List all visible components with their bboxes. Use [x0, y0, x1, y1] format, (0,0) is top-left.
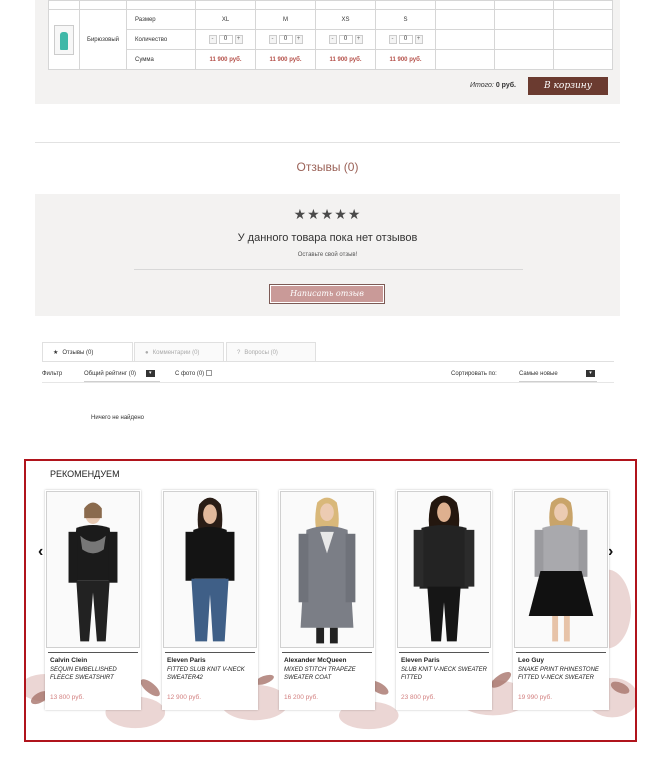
tab-label: Комментарии (0) [152, 350, 200, 356]
quantity-stepper[interactable]: -0 + [388, 35, 423, 44]
product-image[interactable] [514, 491, 608, 648]
rating-filter-label: Общий рейтинг (0) [84, 371, 137, 377]
product-price: 23 800 руб. [401, 694, 436, 701]
quantity-row-label: Количество [126, 29, 196, 50]
sum-value: 11 900 руб. [195, 49, 256, 70]
filter-label: Фильтр [42, 371, 63, 377]
quantity-stepper[interactable]: -0 + [208, 35, 243, 44]
qty-minus-button[interactable]: - [388, 35, 397, 44]
nothing-found-message: Ничего не найдено [91, 415, 145, 421]
variants-table: Бирюзовый Размер XL M XS S Количество -0… [48, 0, 613, 70]
qty-minus-button[interactable]: - [268, 35, 277, 44]
tab-label: Отзывы (0) [62, 350, 94, 356]
product-thumbnail-cell [48, 9, 80, 70]
divider [35, 142, 620, 143]
product-brand: Leo Guy [518, 657, 545, 664]
qty-input[interactable]: 0 [278, 35, 293, 44]
comment-icon: ● [145, 350, 149, 356]
size-value: M [255, 9, 316, 30]
size-row-label: Размер [126, 9, 196, 30]
quantity-stepper[interactable]: -0 + [268, 35, 303, 44]
sort-dropdown[interactable]: Самые новые ▾ [519, 366, 597, 382]
total-label: Итого: [469, 82, 494, 89]
tab-comments[interactable]: ● Комментарии (0) [134, 342, 224, 362]
product-name[interactable]: FITTED SLUB KNIT V-NECK SWEATER42 [167, 666, 255, 682]
quantity-stepper[interactable]: -0 + [328, 35, 363, 44]
product-brand: Calvin Clein [50, 657, 88, 664]
no-reviews-message: У данного товара пока нет отзывов [237, 232, 418, 244]
product-brand: Eleven Paris [401, 657, 440, 664]
tab-reviews[interactable]: ★ Отзывы (0) [42, 342, 133, 362]
product-name[interactable]: SNAKE PRINT RHINESTONE FITTED V-NECK SWE… [518, 666, 606, 682]
checkbox-icon [205, 370, 212, 377]
write-review-label: Написать отзыв [271, 286, 383, 302]
rating-stars-icon: ★★★★★ [293, 206, 362, 222]
reviews-title: Отзывы (0) [296, 160, 359, 174]
photo-filter-label: С фото (0) [175, 371, 205, 377]
product-card[interactable]: Calvin Clein SEQUIN EMBELLISHED FLEECE S… [45, 490, 141, 710]
color-name: Бирюзовый [79, 9, 127, 70]
qty-plus-button[interactable]: + [294, 35, 303, 44]
product-brand: Alexander McQueen [284, 657, 347, 664]
product-card[interactable]: Leo Guy SNAKE PRINT RHINESTONE FITTED V-… [513, 490, 609, 710]
qty-minus-button[interactable]: - [328, 35, 337, 44]
qty-plus-button[interactable]: + [414, 35, 423, 44]
write-review-button[interactable]: Написать отзыв [269, 284, 385, 304]
product-name[interactable]: MIXED STITCH TRAPEZE SWEATER COAT [284, 666, 372, 682]
divider [134, 269, 523, 270]
leave-review-prompt: Оставьте свой отзыв! [297, 252, 358, 258]
product-card[interactable]: Eleven Paris SLUB KNIT V-NECK SWEATER FI… [396, 490, 492, 710]
tab-questions[interactable]: ? Вопросы (0) [226, 342, 316, 362]
sort-label: Сортировать по: [451, 371, 497, 377]
tabs-divider [42, 361, 614, 362]
product-image[interactable] [280, 491, 374, 648]
carousel-prev-arrow-icon[interactable]: ‹ [38, 543, 43, 561]
sum-value: 11 900 руб. [255, 49, 316, 70]
recommended-title: РЕКОМЕНДУЕМ [50, 469, 120, 479]
qty-plus-button[interactable]: + [354, 35, 363, 44]
product-price: 16 200 руб. [284, 694, 319, 701]
qty-input[interactable]: 0 [338, 35, 353, 44]
rating-filter-dropdown[interactable]: Общий рейтинг (0) ▾ [84, 366, 155, 382]
product-name[interactable]: SLUB KNIT V-NECK SWEATER FITTED [401, 666, 489, 682]
sort-value: Самые новые [519, 371, 558, 377]
product-thumbnail[interactable] [54, 24, 74, 55]
size-value: XL [195, 9, 256, 30]
qty-input[interactable]: 0 [398, 35, 413, 44]
chevron-down-icon: ▾ [586, 370, 595, 377]
product-image[interactable] [397, 491, 491, 648]
divider [42, 382, 614, 383]
product-image[interactable] [46, 491, 140, 648]
tab-label: Вопросы (0) [244, 350, 278, 356]
sum-value: 11 900 руб. [315, 49, 376, 70]
product-price: 12 900 руб. [167, 694, 202, 701]
size-value: XS [315, 9, 376, 30]
sum-value: 11 900 руб. [375, 49, 436, 70]
order-total: Итого: 0 руб. [420, 82, 516, 89]
product-card[interactable]: Eleven Paris FITTED SLUB KNIT V-NECK SWE… [162, 490, 258, 710]
product-card[interactable]: Alexander McQueen MIXED STITCH TRAPEZE S… [279, 490, 375, 710]
total-value: 0 руб. [495, 82, 516, 89]
chevron-down-icon: ▾ [145, 369, 155, 377]
question-icon: ? [237, 350, 241, 356]
qty-minus-button[interactable]: - [208, 35, 217, 44]
sum-row-label: Сумма [126, 49, 196, 70]
product-image[interactable] [163, 491, 257, 648]
qty-input[interactable]: 0 [218, 35, 233, 44]
product-price: 19 990 руб. [518, 694, 553, 701]
add-to-cart-button[interactable]: В корзину [528, 77, 608, 95]
star-icon: ★ [53, 350, 59, 356]
size-value: S [375, 9, 436, 30]
product-name[interactable]: SEQUIN EMBELLISHED FLEECE SWEATSHIRT [50, 666, 138, 682]
qty-plus-button[interactable]: + [234, 35, 243, 44]
product-price: 13 800 руб. [50, 694, 85, 701]
photo-filter-checkbox[interactable]: С фото (0) [175, 366, 212, 382]
product-brand: Eleven Paris [167, 657, 206, 664]
